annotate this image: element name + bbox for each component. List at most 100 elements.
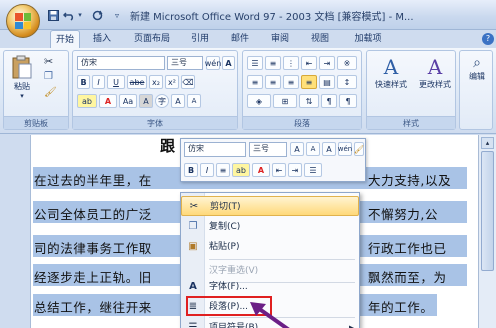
sort-icon[interactable]: ⇅: [299, 94, 319, 108]
cut-icon[interactable]: ✂: [44, 55, 53, 68]
menu-item-cut[interactable]: ✂ 剪切(T): [181, 196, 359, 216]
menu-item-paste[interactable]: ▣ 粘贴(P): [181, 237, 359, 257]
ltr-icon[interactable]: ¶: [339, 94, 357, 108]
mini-italic-button[interactable]: I: [200, 163, 214, 177]
font-group: 仿宋 三号 wén A B I U abe x₂ x² ⌫ ab A Aa A …: [72, 50, 238, 130]
increase-indent-icon[interactable]: ⇥: [319, 56, 335, 70]
paste-icon: ▣: [188, 241, 198, 252]
multilevel-list-icon[interactable]: ⋮: [283, 56, 299, 70]
font-name-field[interactable]: 仿宋: [77, 56, 165, 70]
mini-wen-icon[interactable]: wén: [338, 142, 352, 156]
tab-view[interactable]: 视图: [306, 30, 334, 48]
scroll-up-icon[interactable]: ▴: [481, 137, 494, 149]
mini-center-icon[interactable]: ≡: [216, 163, 230, 177]
tab-insert[interactable]: 插入: [88, 30, 116, 48]
left-margin: [0, 135, 30, 328]
tab-addins[interactable]: 加载项: [348, 30, 388, 48]
shrink-font-button[interactable]: A: [187, 94, 201, 108]
clipboard-group-label: 剪贴板: [4, 116, 68, 129]
redo-icon[interactable]: [90, 8, 104, 22]
mini-font-color-icon[interactable]: A: [252, 163, 270, 177]
line-spacing-icon[interactable]: ↕: [337, 75, 357, 89]
undo-dropdown-icon[interactable]: ▾: [76, 8, 84, 22]
mini-highlight-icon[interactable]: ab: [232, 163, 250, 177]
paragraph-line: 总结工作，继往开来: [34, 300, 152, 315]
tab-mailings[interactable]: 邮件: [226, 30, 254, 48]
paste-button[interactable]: 粘贴 ▾: [7, 55, 37, 100]
customize-qat-icon[interactable]: ▿: [112, 8, 122, 22]
scissors-icon: ✂: [189, 201, 199, 212]
shading-icon[interactable]: ◈: [247, 94, 271, 108]
subscript-button[interactable]: x₂: [149, 75, 163, 89]
mini-bold-button[interactable]: B: [184, 163, 198, 177]
superscript-button[interactable]: x²: [165, 75, 179, 89]
numbering-icon[interactable]: ≡: [265, 56, 281, 70]
align-center-icon[interactable]: ≡: [265, 75, 281, 89]
paragraph-line: 经逐步走上正轨。旧: [34, 270, 152, 285]
strikethrough-button[interactable]: abe: [127, 75, 147, 89]
tab-review[interactable]: 审阅: [266, 30, 294, 48]
grow-font-button[interactable]: A: [171, 94, 185, 108]
menu-item-copy[interactable]: ❐ 复制(C): [181, 217, 359, 237]
editing-button[interactable]: ⌕ 编辑: [462, 55, 492, 82]
paragraph-line-end: 行政工作也已: [368, 241, 447, 256]
show-marks-icon[interactable]: ¶: [321, 94, 337, 108]
ribbon: 粘贴 ▾ ✂ ❐ 🖌 剪贴板 仿宋 三号 wén A B I U abe x₂ …: [0, 48, 496, 134]
bullets-icon[interactable]: ☰: [247, 56, 263, 70]
save-icon[interactable]: [46, 8, 60, 22]
tab-references[interactable]: 引用: [186, 30, 214, 48]
font-size-field[interactable]: 三号: [167, 56, 203, 70]
submenu-arrow-icon: ▶: [349, 324, 355, 328]
underline-button[interactable]: U: [107, 75, 125, 89]
chinese-layout-icon[interactable]: ※: [337, 56, 357, 70]
mini-grow-font-icon[interactable]: A: [290, 142, 304, 156]
undo-icon[interactable]: [62, 8, 76, 22]
borders-icon[interactable]: ⊞: [273, 94, 297, 108]
mini-increase-indent-icon[interactable]: ⇥: [288, 163, 302, 177]
paste-icon: [12, 55, 32, 79]
italic-button[interactable]: I: [92, 75, 105, 89]
paragraph-line: 司的法律事务工作取: [34, 241, 152, 256]
justify-icon[interactable]: ≡: [301, 75, 317, 89]
highlight-color-icon[interactable]: ab: [77, 94, 97, 108]
align-left-icon[interactable]: ≡: [247, 75, 263, 89]
vertical-scrollbar[interactable]: ▴: [478, 135, 496, 328]
tab-home[interactable]: 开始: [50, 30, 80, 48]
quick-styles-button[interactable]: A 快速样式: [369, 55, 413, 90]
mini-shrink-font-icon[interactable]: A: [306, 142, 320, 156]
bullets-icon: ☰: [188, 322, 198, 328]
change-case-button[interactable]: Aa: [119, 94, 137, 108]
mini-size-field[interactable]: 三号: [249, 142, 287, 157]
scroll-thumb[interactable]: [481, 151, 494, 271]
clear-format-icon[interactable]: ⌫: [181, 75, 195, 89]
mini-format-painter-icon[interactable]: 🖌: [354, 142, 364, 156]
wen-icon[interactable]: wén: [205, 56, 221, 70]
ribbon-tabs: 开始 插入 页面布局 引用 邮件 审阅 视图 加载项 ?: [44, 30, 496, 48]
menu-item-font[interactable]: A 字体(F)...: [181, 277, 359, 297]
clipboard-group: 粘贴 ▾ ✂ ❐ 🖌 剪贴板: [3, 50, 69, 130]
font-color-icon[interactable]: A: [99, 94, 117, 108]
mini-font-field[interactable]: 仿宋: [184, 142, 246, 157]
mini-font-style-icon[interactable]: A: [322, 142, 336, 156]
document-heading: 跟: [160, 137, 176, 155]
binoculars-icon: ⌕: [473, 55, 481, 71]
mini-bullets-icon[interactable]: ☰: [304, 163, 322, 177]
help-icon[interactable]: ?: [482, 33, 494, 45]
enclose-char-icon[interactable]: 字: [155, 94, 169, 108]
decrease-indent-icon[interactable]: ⇤: [301, 56, 317, 70]
distributed-icon[interactable]: ▤: [319, 75, 335, 89]
styles-group: A 快速样式 A 更改样式 样式: [366, 50, 456, 130]
tab-page-layout[interactable]: 页面布局: [128, 30, 176, 48]
copy-icon[interactable]: ❐: [44, 71, 53, 82]
char-shading-icon[interactable]: A: [139, 94, 153, 108]
paragraph-group: ☰ ≡ ⋮ ⇤ ⇥ ※ ≡ ≡ ≡ ≡ ▤ ↕ ◈ ⊞ ⇅ ¶ ¶ 段落: [242, 50, 362, 130]
char-border-button[interactable]: A: [222, 56, 235, 70]
bold-button[interactable]: B: [77, 75, 90, 89]
mini-decrease-indent-icon[interactable]: ⇤: [272, 163, 286, 177]
window-title: 新建 Microsoft Office Word 97 - 2003 文档 [兼…: [130, 12, 414, 23]
change-styles-button[interactable]: A 更改样式: [413, 55, 457, 90]
paragraph-line-end: 不懈努力,公: [368, 207, 439, 222]
align-right-icon[interactable]: ≡: [283, 75, 299, 89]
office-button[interactable]: [6, 4, 40, 38]
format-painter-icon[interactable]: 🖌: [44, 87, 57, 98]
